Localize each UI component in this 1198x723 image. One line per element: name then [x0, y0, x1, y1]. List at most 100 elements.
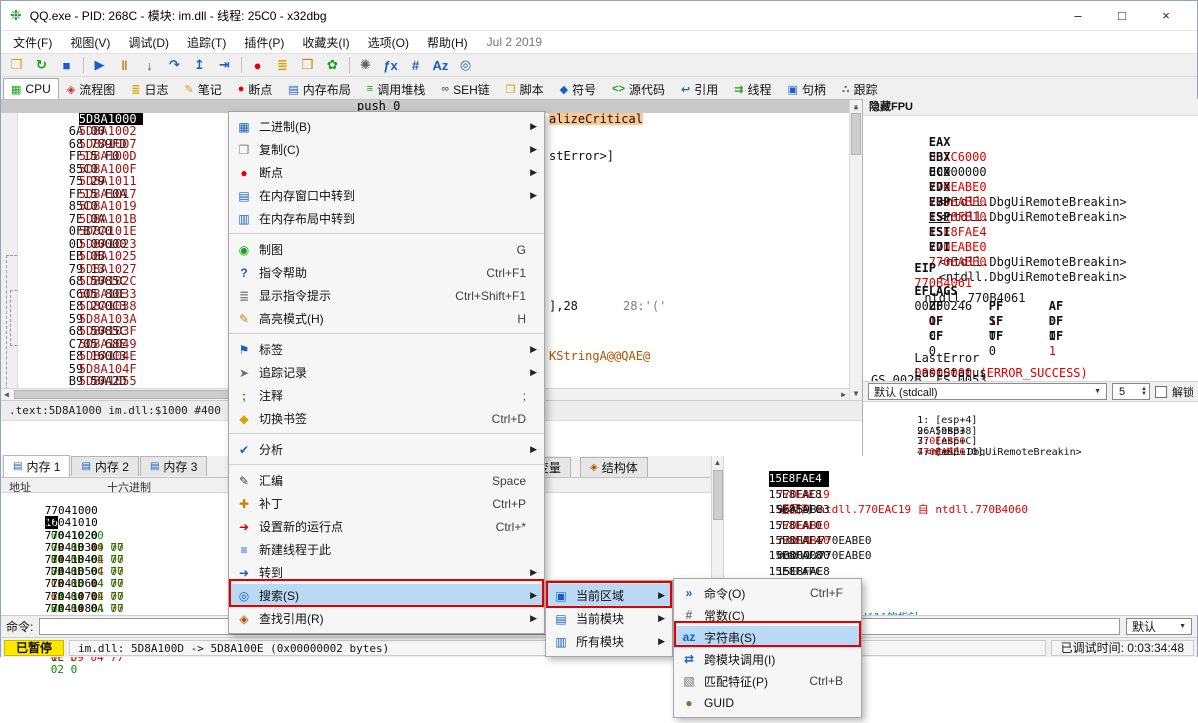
toolbar-button[interactable]: ◎ — [453, 54, 478, 76]
context-menu-item[interactable]: ≣ 显示指令提示 Ctrl+Shift+F1 — [229, 284, 544, 307]
register-row[interactable]: EAX 007C6000 — [863, 120, 1198, 135]
stack-row[interactable]: 15E8FAE4 770EAC19 返回到 ntdll.770EAC19 自 n… — [724, 456, 1198, 471]
scroll-down-icon[interactable]: ▼ — [850, 389, 862, 398]
flag-item[interactable]: SF 0 — [931, 299, 991, 314]
context-menu-item[interactable]: ✔ 分析 ▶ — [229, 438, 544, 461]
toolbar-button[interactable]: ↷ — [162, 54, 187, 76]
flag-item[interactable]: TF 0 — [931, 314, 991, 329]
context-menu-item[interactable]: ✎ 高亮模式(H) H — [229, 307, 544, 330]
unlock-checkbox[interactable] — [1155, 386, 1167, 398]
submenu-item[interactable]: ▧ 匹配特征(P) Ctrl+B — [674, 670, 861, 692]
submenu-item[interactable]: # 常数(C) — [674, 604, 861, 626]
submenu-item[interactable]: az 字符串(S) — [674, 626, 861, 648]
flag-item[interactable]: CF 0 — [871, 314, 931, 329]
context-menu-item[interactable] — [229, 461, 544, 469]
view-tab[interactable]: ▦ CPU — [3, 78, 59, 99]
view-tab[interactable]: ❒ 脚本 — [498, 78, 552, 99]
toolbar-button[interactable]: ƒx — [378, 54, 403, 76]
menubar-item[interactable]: 视图(V) — [61, 31, 119, 54]
flag-item[interactable]: DF 0 — [991, 299, 1051, 314]
view-tab[interactable]: ✎ 笔记 — [176, 78, 229, 99]
view-tab[interactable]: ≣ 日志 — [123, 78, 176, 99]
submenu-item[interactable]: ▥ 所有模块 ▶ — [546, 630, 672, 653]
context-menu-item[interactable]: ▥ 在内存布局中转到 — [229, 207, 544, 230]
arg-count-spinner[interactable]: 5 ▲▼ — [1112, 383, 1150, 400]
context-menu-item[interactable] — [229, 330, 544, 338]
toolbar-button[interactable]: ▶ — [87, 54, 112, 76]
context-menu-item[interactable]: ✎ 汇编 Space — [229, 469, 544, 492]
view-tab[interactable]: ∴ 跟踪 — [834, 78, 886, 99]
toolbar-button[interactable]: ↻ — [29, 54, 54, 76]
context-menu-item[interactable] — [229, 430, 544, 438]
context-menu-item[interactable]: ● 断点 ▶ — [229, 161, 544, 184]
view-tab[interactable]: ↩ 引用 — [673, 78, 726, 99]
scroll-up-icon[interactable]: ▲ — [712, 458, 723, 467]
submenu-item[interactable]: ● GUID — [674, 692, 861, 714]
context-menu-item[interactable]: ◉ 制图 G — [229, 238, 544, 261]
toolbar-button[interactable]: ● — [245, 54, 270, 76]
bottom-tab[interactable]: ▤ 内存 1 — [3, 455, 70, 477]
toolbar-button[interactable] — [345, 54, 353, 76]
disasm-vertical-scrollbar[interactable]: ▲ ▼ — [849, 100, 862, 400]
toolbar-button[interactable]: ↥ — [187, 54, 212, 76]
flag-item[interactable]: PF 1 — [931, 284, 991, 299]
view-tab[interactable]: ▤ 内存布局 — [280, 78, 358, 99]
context-menu-item[interactable]: ◈ 查找引用(R) ▶ — [229, 607, 544, 630]
context-menu-item[interactable]: ◆ 切换书签 Ctrl+D — [229, 407, 544, 430]
toolbar-button[interactable]: ✿ — [320, 54, 345, 76]
toolbar-button[interactable]: ≣ — [270, 54, 295, 76]
view-tab[interactable]: ∞ SEH链 — [433, 78, 498, 99]
context-menu-item[interactable]: ➤ 追踪记录 ▶ — [229, 361, 544, 384]
context-menu-item[interactable]: ▤ 在内存窗口中转到 ▶ — [229, 184, 544, 207]
context-menu-item[interactable]: ? 指令帮助 Ctrl+F1 — [229, 261, 544, 284]
menubar-item[interactable]: 调试(D) — [119, 31, 178, 54]
submenu-item[interactable]: » 命令(O) Ctrl+F — [674, 582, 861, 604]
toolbar-button[interactable]: Az — [428, 54, 453, 76]
scroll-right-icon[interactable]: ▶ — [841, 390, 846, 399]
view-tab[interactable]: ▣ 句柄 — [779, 78, 833, 99]
scrollbar-thumb[interactable] — [713, 470, 723, 520]
context-menu-item[interactable]: ⚑ 标签 ▶ — [229, 338, 544, 361]
view-tab[interactable]: ◈ 流程图 — [59, 78, 123, 99]
context-menu-item[interactable]: ❒ 复制(C) ▶ — [229, 138, 544, 161]
context-menu-item[interactable]: ◎ 搜索(S) ▶ — [229, 584, 544, 607]
context-menu-item[interactable]: ▦ 二进制(B) ▶ — [229, 115, 544, 138]
minimize-button[interactable]: – — [1056, 2, 1100, 30]
flag-item[interactable]: IF 1 — [991, 314, 1051, 329]
menubar-item[interactable]: 选项(O) — [359, 31, 418, 54]
bottom-tab[interactable]: ▤ 内存 2 — [71, 456, 138, 476]
view-tab[interactable]: ⇉ 线程 — [726, 78, 779, 99]
view-tab[interactable]: ● 断点 — [230, 78, 281, 99]
submenu-item[interactable]: ▣ 当前区域 ▶ — [546, 584, 672, 607]
toolbar-button[interactable]: ⇥ — [212, 54, 237, 76]
view-tab[interactable]: ◆ 符号 — [552, 78, 604, 99]
toolbar-button[interactable] — [237, 54, 245, 76]
toolbar-button[interactable]: ✺ — [353, 54, 378, 76]
hide-fpu-toggle[interactable]: 隐藏FPU — [863, 99, 1198, 116]
scroll-left-icon[interactable]: ◀ — [4, 390, 9, 399]
toolbar-button[interactable]: ■ — [54, 54, 79, 76]
context-menu-item[interactable]: ➜ 转到 ▶ — [229, 561, 544, 584]
flag-item[interactable]: ZF 1 — [871, 284, 931, 299]
toolbar-button[interactable]: ‖ — [112, 54, 137, 76]
menubar-item[interactable]: 帮助(H) — [418, 31, 477, 54]
submenu-item[interactable]: ▤ 当前模块 ▶ — [546, 607, 672, 630]
context-menu-item[interactable]: ; 注释 ; — [229, 384, 544, 407]
scroll-up-icon[interactable]: ▲ — [850, 102, 862, 111]
menubar-item[interactable]: 追踪(T) — [178, 31, 235, 54]
flag-item[interactable]: AF 0 — [991, 284, 1051, 299]
context-menu-item[interactable]: ➜ 设置新的运行点 Ctrl+* — [229, 515, 544, 538]
menubar-item[interactable]: 收藏夹(I) — [293, 31, 358, 54]
argument-row[interactable]: 1: [esp+4] 96A59BB3 — [869, 406, 1193, 416]
menubar-item[interactable]: 文件(F) — [4, 31, 61, 54]
toolbar-button[interactable]: ❒ — [295, 54, 320, 76]
view-tab[interactable]: <> 源代码 — [604, 78, 673, 99]
view-tab[interactable]: ≡ 调用堆栈 — [359, 78, 433, 99]
context-menu-item[interactable]: ≡ 新建线程于此 — [229, 538, 544, 561]
command-profile-dropdown[interactable]: 默认 ▼ — [1126, 618, 1192, 635]
menubar-item[interactable]: 插件(P) — [235, 31, 293, 54]
context-menu-item[interactable] — [229, 230, 544, 238]
toolbar-button[interactable]: ↓ — [137, 54, 162, 76]
calling-convention-select[interactable]: 默认 (stdcall) ▼ — [868, 383, 1107, 400]
bottom-tab[interactable]: ◈ 结构体 — [580, 457, 648, 477]
